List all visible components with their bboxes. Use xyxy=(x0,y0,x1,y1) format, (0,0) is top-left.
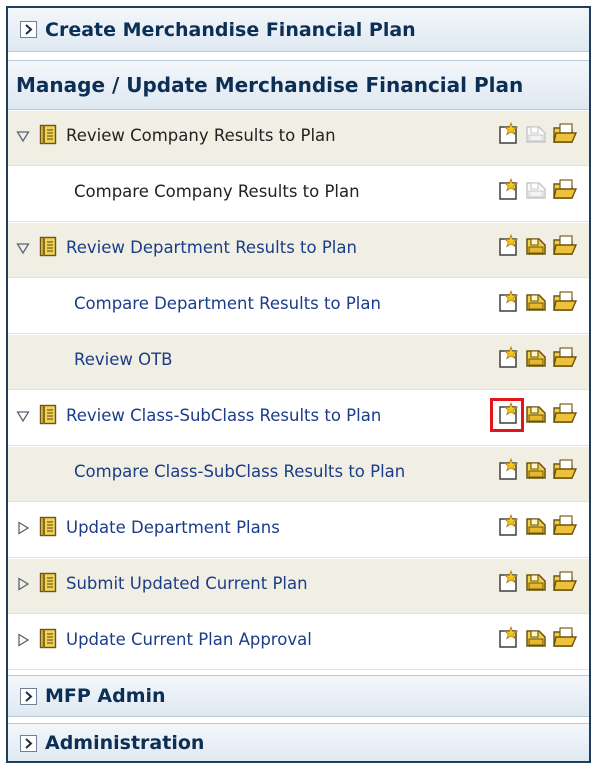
open-workbook-icon[interactable] xyxy=(552,346,578,370)
copy-workbook-icon[interactable] xyxy=(524,293,548,317)
open-workbook-icon[interactable] xyxy=(552,514,578,538)
task-row: Compare Class-SubClass Results to Plan xyxy=(8,447,589,502)
new-workbook-icon[interactable] xyxy=(497,569,521,594)
expand-down-icon[interactable] xyxy=(16,408,30,423)
task-row: Compare Company Results to Plan xyxy=(8,167,589,222)
section-create-plan[interactable]: Create Merchandise Financial Plan xyxy=(8,8,589,52)
copy-workbook-icon[interactable] xyxy=(524,573,548,597)
task-label[interactable]: Review Class-SubClass Results to Plan xyxy=(66,406,381,425)
copy-workbook-icon xyxy=(524,181,548,205)
new-workbook-icon[interactable] xyxy=(497,457,521,482)
expand-down-icon[interactable] xyxy=(16,128,30,143)
section-administration[interactable]: Administration xyxy=(8,723,589,761)
task-label[interactable]: Update Current Plan Approval xyxy=(66,630,312,649)
task-label[interactable]: Update Department Plans xyxy=(66,518,280,537)
task-label: Review Company Results to Plan xyxy=(66,126,336,145)
expand-right-icon[interactable] xyxy=(16,576,30,591)
copy-workbook-icon xyxy=(524,125,548,149)
task-label[interactable]: Review Department Results to Plan xyxy=(66,238,357,257)
task-row: Compare Department Results to Plan xyxy=(8,279,589,334)
chevron-right-icon[interactable] xyxy=(20,734,37,752)
task-book-icon xyxy=(38,628,58,649)
new-workbook-icon[interactable] xyxy=(497,513,521,538)
open-workbook-icon[interactable] xyxy=(552,458,578,482)
task-label[interactable]: Submit Updated Current Plan xyxy=(66,574,308,593)
new-workbook-icon[interactable] xyxy=(497,121,521,146)
task-book-icon xyxy=(38,236,58,257)
open-workbook-icon[interactable] xyxy=(552,570,578,594)
new-workbook-icon[interactable] xyxy=(497,233,521,258)
open-workbook-icon[interactable] xyxy=(552,402,578,426)
section-title: MFP Admin xyxy=(45,685,166,707)
chevron-right-icon[interactable] xyxy=(20,21,37,38)
task-row: Review Department Results to Plan xyxy=(8,223,589,278)
open-workbook-icon[interactable] xyxy=(552,234,578,258)
task-row: Review Company Results to Plan xyxy=(8,111,589,166)
copy-workbook-icon[interactable] xyxy=(524,237,548,261)
task-book-icon xyxy=(38,404,58,425)
copy-workbook-icon[interactable] xyxy=(524,349,548,373)
copy-workbook-icon[interactable] xyxy=(524,517,548,541)
task-row: Update Department Plans xyxy=(8,503,589,558)
copy-workbook-icon[interactable] xyxy=(524,629,548,653)
open-workbook-icon[interactable] xyxy=(552,290,578,314)
open-workbook-icon[interactable] xyxy=(552,626,578,650)
task-list-panel: Create Merchandise Financial Plan Manage… xyxy=(6,6,591,763)
new-workbook-icon[interactable] xyxy=(497,177,521,202)
section-mfp-admin[interactable]: MFP Admin xyxy=(8,675,589,717)
task-label: Compare Company Results to Plan xyxy=(74,182,360,201)
section-title: Create Merchandise Financial Plan xyxy=(45,18,416,41)
task-row: Review OTB xyxy=(8,335,589,390)
task-row: Update Current Plan Approval xyxy=(8,615,589,670)
task-book-icon xyxy=(38,516,58,537)
expand-down-icon[interactable] xyxy=(16,240,30,255)
copy-workbook-icon[interactable] xyxy=(524,461,548,485)
section-title: Manage / Update Merchandise Financial Pl… xyxy=(16,73,524,97)
copy-workbook-icon[interactable] xyxy=(524,405,548,429)
open-workbook-icon[interactable] xyxy=(552,178,578,202)
task-label[interactable]: Compare Class-SubClass Results to Plan xyxy=(74,462,405,481)
task-row: Review Class-SubClass Results to Plan xyxy=(8,391,589,446)
new-workbook-icon[interactable] xyxy=(497,345,521,370)
new-workbook-icon[interactable] xyxy=(497,625,521,650)
open-workbook-icon[interactable] xyxy=(552,122,578,146)
new-workbook-icon[interactable] xyxy=(497,289,521,314)
task-label[interactable]: Review OTB xyxy=(74,350,173,369)
expand-right-icon[interactable] xyxy=(16,632,30,647)
section-title: Administration xyxy=(45,732,205,754)
task-label[interactable]: Compare Department Results to Plan xyxy=(74,294,381,313)
chevron-right-icon[interactable] xyxy=(20,687,37,705)
highlight-box xyxy=(490,398,524,432)
section-manage-plan[interactable]: Manage / Update Merchandise Financial Pl… xyxy=(8,60,589,110)
expand-right-icon[interactable] xyxy=(16,520,30,535)
task-book-icon xyxy=(38,572,58,593)
task-row: Submit Updated Current Plan xyxy=(8,559,589,614)
task-book-icon xyxy=(38,124,58,145)
